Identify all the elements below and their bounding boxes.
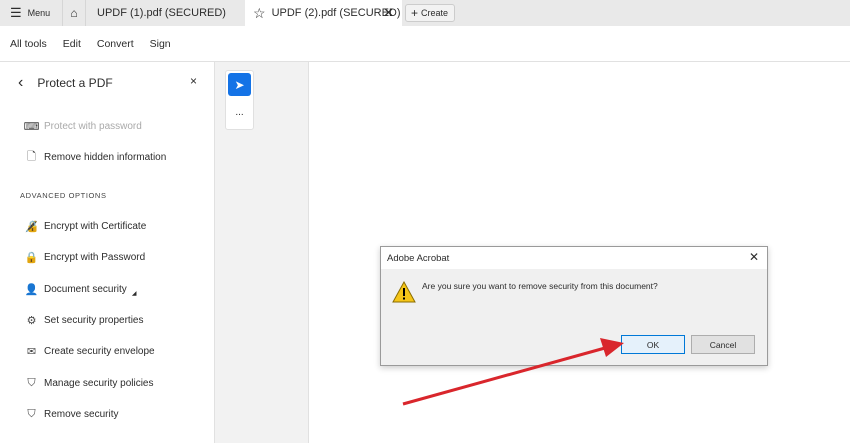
item-label: Set security properties — [44, 314, 144, 326]
remove-hidden-information[interactable]: 🗋 Remove hidden information — [24, 150, 166, 164]
home-icon: ⌂ — [70, 6, 78, 20]
cursor-icon: ➤ — [234, 77, 245, 92]
protect-panel: ‹ Protect a PDF × ⌨ Protect with password … — [0, 62, 215, 443]
create-label: Create — [421, 8, 449, 18]
item-label: Encrypt with Password — [44, 251, 146, 263]
tab-updf-2[interactable]: ☆ UPDF (2).pdf (SECURED) ✕ — [245, 0, 402, 26]
close-tab-icon[interactable]: ✕ — [383, 5, 394, 21]
menu-all-tools[interactable]: All tools — [10, 38, 47, 50]
submenu-indicator-icon: ◢ — [131, 291, 137, 297]
envelope-lock-icon: ✉ — [26, 345, 37, 358]
lock-icon: 🔒 — [24, 251, 39, 264]
warning-icon — [392, 281, 416, 303]
gear-lock-icon: ⚙ — [26, 314, 37, 327]
advanced-options-heading: ADVANCED OPTIONS — [20, 191, 107, 200]
document-security[interactable]: 👤 Document security ◢ — [24, 282, 137, 297]
tab-label: UPDF (1).pdf (SECURED) — [97, 7, 226, 19]
home-button[interactable]: ⌂ — [62, 0, 86, 26]
tab-bar: ☰ Menu ⌂ UPDF (1).pdf (SECURED) ☆ UPDF (2)… — [0, 0, 850, 26]
user-lock-icon: 👤 — [24, 284, 39, 296]
shield-icon: ⛉ — [27, 376, 36, 389]
top-toolbar: All tools Edit Convert Sign — [0, 26, 850, 62]
menu-label: Menu — [27, 8, 51, 18]
remove-security[interactable]: ⛉ Remove security — [24, 407, 118, 421]
manage-security-policies[interactable]: ⛉ Manage security policies — [24, 376, 154, 390]
item-label: Create security envelope — [44, 345, 155, 357]
item-label: Remove security — [44, 408, 119, 420]
protect-with-password[interactable]: ⌨ Protect with password — [24, 119, 142, 133]
plus-icon: + — [411, 6, 419, 20]
menu-sign[interactable]: Sign — [150, 38, 171, 50]
back-icon[interactable]: ‹ — [18, 74, 23, 92]
encrypt-with-password[interactable]: 🔒 Encrypt with Password — [24, 250, 146, 264]
shield-x-icon: ⛉ — [27, 407, 36, 420]
quick-tools: ➤ ... — [225, 70, 254, 130]
confirm-dialog: Adobe Acrobat ✕ Are you sure you want to … — [380, 246, 768, 366]
menu-button[interactable]: ☰ Menu — [0, 0, 60, 26]
dialog-message: Are you sure you want to remove security… — [422, 281, 658, 291]
item-label: Document security — [44, 284, 127, 295]
select-tool-button[interactable]: ➤ — [228, 73, 251, 96]
dialog-title: Adobe Acrobat — [387, 252, 450, 264]
encrypt-with-certificate[interactable]: 🔏 Encrypt with Certificate — [24, 219, 147, 233]
document-search-icon: 🗋 — [27, 150, 36, 163]
menu-convert[interactable]: Convert — [97, 38, 134, 50]
tab-label: UPDF (2).pdf (SECURED) — [271, 7, 401, 19]
item-label: Manage security policies — [44, 377, 154, 389]
item-label: Remove hidden information — [44, 151, 167, 163]
more-tools-button[interactable]: ... — [226, 107, 253, 118]
dialog-close-icon[interactable]: ✕ — [749, 250, 759, 264]
item-label: Encrypt with Certificate — [44, 220, 147, 232]
panel-title: Protect a PDF — [37, 76, 113, 90]
close-panel-icon[interactable]: × — [190, 74, 197, 88]
item-label: Protect with password — [44, 120, 142, 132]
tab-updf-1[interactable]: UPDF (1).pdf (SECURED) — [97, 0, 226, 26]
tool-column: ➤ ... — [215, 62, 309, 443]
create-button[interactable]: + Create — [405, 4, 455, 22]
star-icon[interactable]: ☆ — [253, 5, 266, 22]
create-security-envelope[interactable]: ✉ Create security envelope — [24, 344, 155, 358]
hamburger-icon: ☰ — [10, 5, 22, 20]
ok-button[interactable]: OK — [621, 335, 685, 354]
set-security-properties[interactable]: ⚙ Set security properties — [24, 313, 144, 327]
certificate-lock-icon: 🔏 — [24, 220, 39, 233]
menu-edit[interactable]: Edit — [63, 38, 81, 50]
password-field-icon: ⌨ — [23, 120, 40, 133]
cancel-button[interactable]: Cancel — [691, 335, 755, 354]
